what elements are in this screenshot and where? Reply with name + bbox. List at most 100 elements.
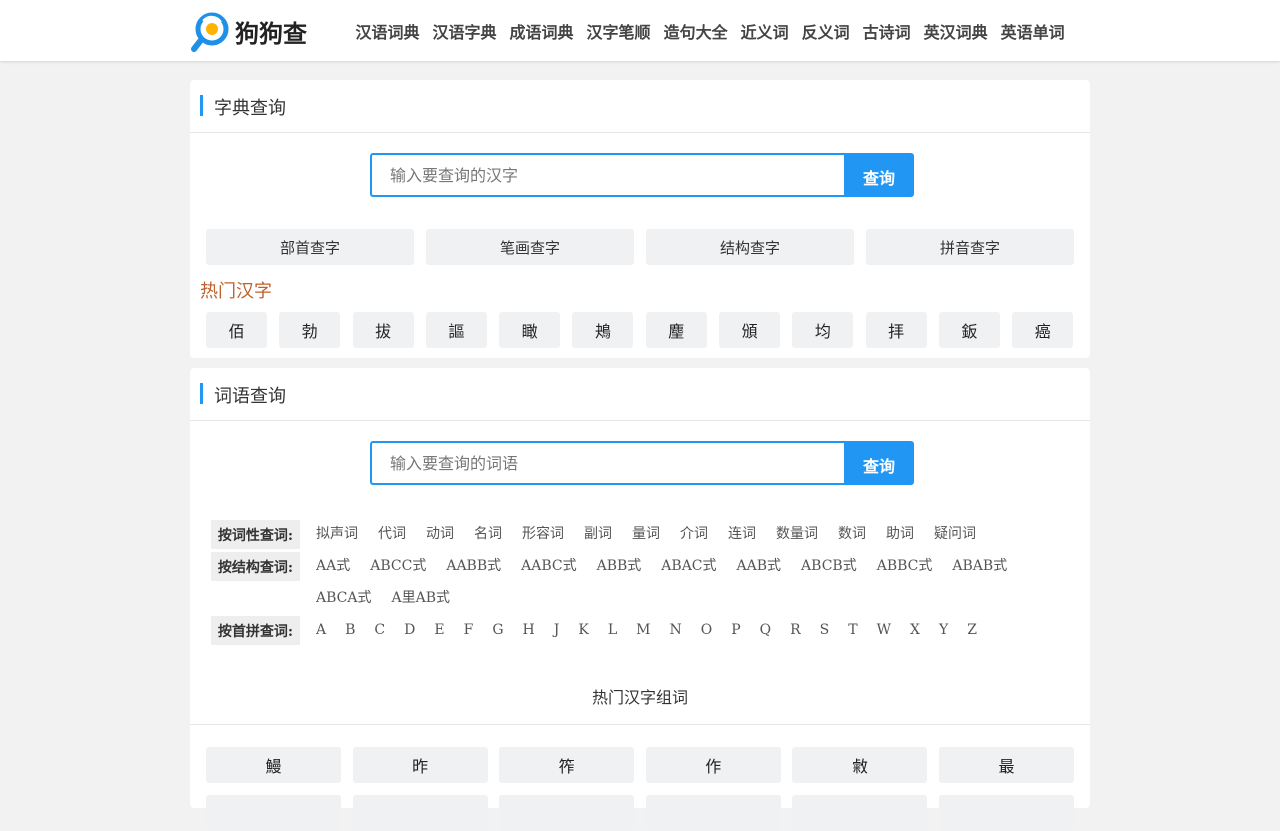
filter-option[interactable]: F: [464, 616, 474, 648]
filter-option[interactable]: 助词: [886, 520, 914, 552]
filter-option[interactable]: 代词: [378, 520, 406, 552]
filter-option[interactable]: ABB式: [597, 552, 642, 584]
filter-option[interactable]: A里AB式: [391, 584, 450, 616]
mode-button[interactable]: 结构查字: [646, 229, 854, 265]
hot-char-button[interactable]: 佰: [206, 312, 267, 348]
hot-char-button[interactable]: 拝: [865, 312, 927, 348]
filter-option[interactable]: Y: [939, 616, 948, 648]
filter-option[interactable]: Z: [967, 616, 977, 648]
combo-char-button[interactable]: [792, 795, 928, 831]
filter-option[interactable]: G: [492, 616, 503, 648]
hot-char-button[interactable]: 均: [792, 312, 854, 348]
combo-char-button[interactable]: 敹: [792, 747, 928, 783]
cidian-search-button[interactable]: 查询: [844, 441, 914, 485]
hot-char-button[interactable]: 鴂: [572, 312, 634, 348]
filter-option[interactable]: AAB式: [737, 552, 782, 584]
filter-option[interactable]: B: [345, 616, 355, 648]
filter-option[interactable]: 数词: [838, 520, 866, 552]
filter-option[interactable]: 名词: [474, 520, 502, 552]
nav-link[interactable]: 近义词: [741, 19, 789, 43]
filter-option[interactable]: AA式: [316, 552, 350, 584]
hot-char-button[interactable]: 癌: [1012, 312, 1074, 348]
filter-option[interactable]: 疑问词: [934, 520, 976, 552]
filter-option[interactable]: 量词: [632, 520, 660, 552]
title-accent-bar: [200, 95, 203, 116]
combo-char-button[interactable]: 作: [645, 747, 781, 783]
filter-option[interactable]: J: [554, 616, 560, 648]
filter-option[interactable]: D: [404, 616, 415, 648]
hot-char-button[interactable]: 鈑: [938, 312, 1000, 348]
filter-option[interactable]: X: [910, 616, 920, 648]
zidian-title-bar: 字典查询: [190, 80, 1090, 133]
filter-option[interactable]: C: [374, 616, 385, 648]
filter-option[interactable]: 动词: [426, 520, 454, 552]
filter-option[interactable]: P: [731, 616, 740, 648]
filter-option[interactable]: ABAC式: [661, 552, 716, 584]
filter-option[interactable]: ABCA式: [316, 584, 371, 616]
hot-chars-list: 佰勃拔謳瞰鴂麈頒均拝鈑癌: [206, 312, 1086, 348]
filter-option[interactable]: 拟声词: [316, 520, 358, 552]
hot-char-button[interactable]: 謳: [425, 312, 487, 348]
combo-char-button[interactable]: [206, 795, 341, 831]
nav-link[interactable]: 英语单词: [1001, 19, 1065, 43]
combo-char-button[interactable]: [499, 795, 635, 831]
nav-link[interactable]: 古诗词: [863, 19, 911, 43]
filter-option[interactable]: ABAB式: [952, 552, 1007, 584]
filter-option[interactable]: ABCC式: [370, 552, 426, 584]
magnifier-logo-icon: [191, 12, 229, 52]
filter-option[interactable]: Q: [760, 616, 771, 648]
nav-link[interactable]: 造句大全: [664, 19, 728, 43]
hot-char-button[interactable]: 拔: [352, 312, 414, 348]
cidian-search-input[interactable]: [370, 441, 844, 485]
filter-option[interactable]: 介词: [680, 520, 708, 552]
nav-link[interactable]: 反义词: [802, 19, 850, 43]
hot-char-button[interactable]: 勃: [279, 312, 341, 348]
filter-option[interactable]: E: [434, 616, 444, 648]
zidian-search-button[interactable]: 查询: [844, 153, 914, 197]
hot-char-button[interactable]: 瞰: [499, 312, 561, 348]
hot-char-button[interactable]: 頒: [719, 312, 781, 348]
mode-button[interactable]: 笔画查字: [426, 229, 634, 265]
combo-char-button[interactable]: 昨: [352, 747, 488, 783]
hot-chars-title: 热门汉字: [200, 281, 272, 302]
mode-button[interactable]: 部首查字: [206, 229, 414, 265]
filter-option[interactable]: W: [877, 616, 891, 648]
combo-char-button[interactable]: 鰻: [206, 747, 341, 783]
filter-option[interactable]: 连词: [728, 520, 756, 552]
filter-options: AA式 ABCC式 AABB式 AABC式 ABB式 ABAC式 AAB式 ABCB式 ABBC…: [316, 552, 1076, 616]
filter-option[interactable]: L: [608, 616, 617, 648]
filter-option[interactable]: T: [848, 616, 857, 648]
combo-char-button[interactable]: [352, 795, 488, 831]
combo-chars-row: [206, 795, 1086, 831]
site-logo[interactable]: 狗狗查: [191, 10, 307, 52]
hot-char-button[interactable]: 麈: [645, 312, 707, 348]
zidian-search-input[interactable]: [370, 153, 844, 197]
filter-option[interactable]: AABB式: [446, 552, 501, 584]
filter-option[interactable]: H: [523, 616, 535, 648]
logo-text: 狗狗查: [235, 19, 307, 48]
filter-option[interactable]: O: [701, 616, 712, 648]
nav-link[interactable]: 成语词典: [510, 19, 574, 43]
nav-link[interactable]: 英汉词典: [924, 19, 988, 43]
filter-label: 按结构查词:: [211, 552, 300, 581]
filter-option[interactable]: 数量词: [776, 520, 818, 552]
nav-link[interactable]: 汉语词典: [356, 19, 420, 43]
filter-option[interactable]: 副词: [584, 520, 612, 552]
filter-option[interactable]: R: [790, 616, 801, 648]
filter-option[interactable]: K: [578, 616, 588, 648]
combo-char-button[interactable]: [645, 795, 781, 831]
combo-char-button[interactable]: 最: [938, 747, 1074, 783]
nav-link[interactable]: 汉字笔顺: [587, 19, 651, 43]
filter-option[interactable]: S: [820, 616, 830, 648]
filter-option[interactable]: AABC式: [521, 552, 576, 584]
combo-char-button[interactable]: [938, 795, 1074, 831]
mode-button[interactable]: 拼音查字: [866, 229, 1074, 265]
filter-option[interactable]: N: [669, 616, 681, 648]
filter-option[interactable]: 形容词: [522, 520, 564, 552]
filter-option[interactable]: ABBC式: [877, 552, 933, 584]
nav-link[interactable]: 汉语字典: [433, 19, 497, 43]
filter-option[interactable]: ABCB式: [801, 552, 857, 584]
filter-option[interactable]: A: [316, 616, 326, 648]
filter-option[interactable]: M: [636, 616, 650, 648]
combo-char-button[interactable]: 筰: [499, 747, 635, 783]
